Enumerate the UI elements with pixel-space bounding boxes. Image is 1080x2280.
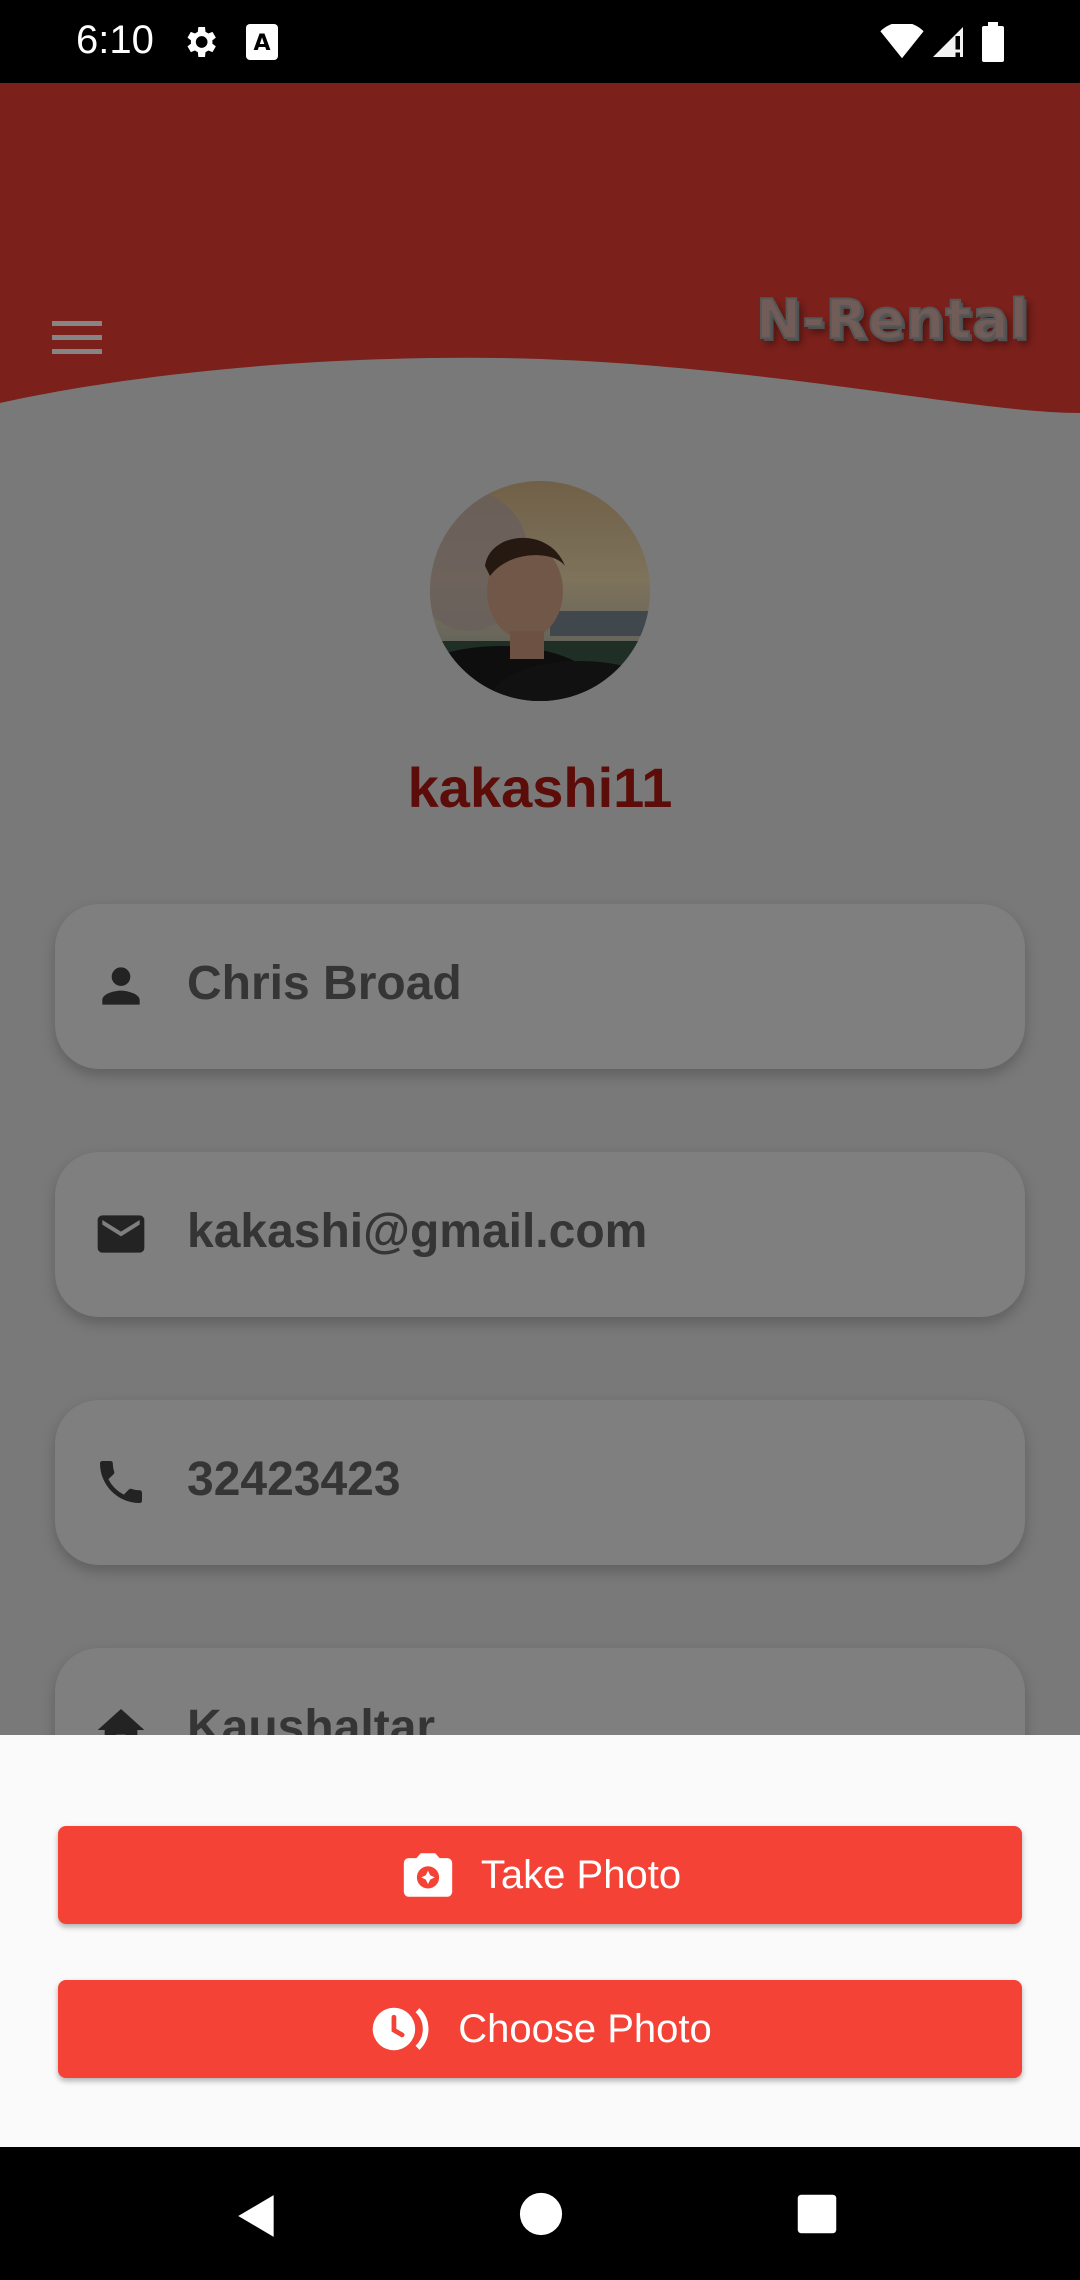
battery-icon	[982, 22, 1004, 62]
back-icon[interactable]	[232, 2191, 282, 2241]
cell-signal-icon	[933, 27, 963, 57]
svg-text:A: A	[253, 31, 270, 56]
profile-screen: 6:10 A N-Rental kakashi11 Chris Broad ka…	[0, 0, 1080, 2280]
choose-photo-button[interactable]: Choose Photo	[58, 1980, 1022, 2078]
take-photo-button[interactable]: Take Photo	[58, 1826, 1022, 1924]
gallery-history-icon	[372, 2007, 429, 2051]
take-photo-label: Take Photo	[480, 1852, 682, 1897]
home-button-icon[interactable]	[518, 2191, 564, 2237]
keyboard-a-icon: A	[246, 24, 278, 60]
modal-scrim[interactable]	[0, 83, 1080, 1735]
photo-bottom-sheet: Take Photo Choose Photo	[0, 1735, 1080, 2147]
choose-photo-label: Choose Photo	[458, 2006, 712, 2051]
settings-gear-icon	[187, 27, 216, 57]
wifi-icon	[880, 24, 924, 59]
system-navigation-bar	[0, 2147, 1080, 2280]
status-time: 6:10	[76, 18, 154, 62]
status-bar: 6:10 A	[0, 0, 1080, 83]
recents-icon[interactable]	[796, 2193, 838, 2235]
camera-icon	[403, 1853, 453, 1897]
